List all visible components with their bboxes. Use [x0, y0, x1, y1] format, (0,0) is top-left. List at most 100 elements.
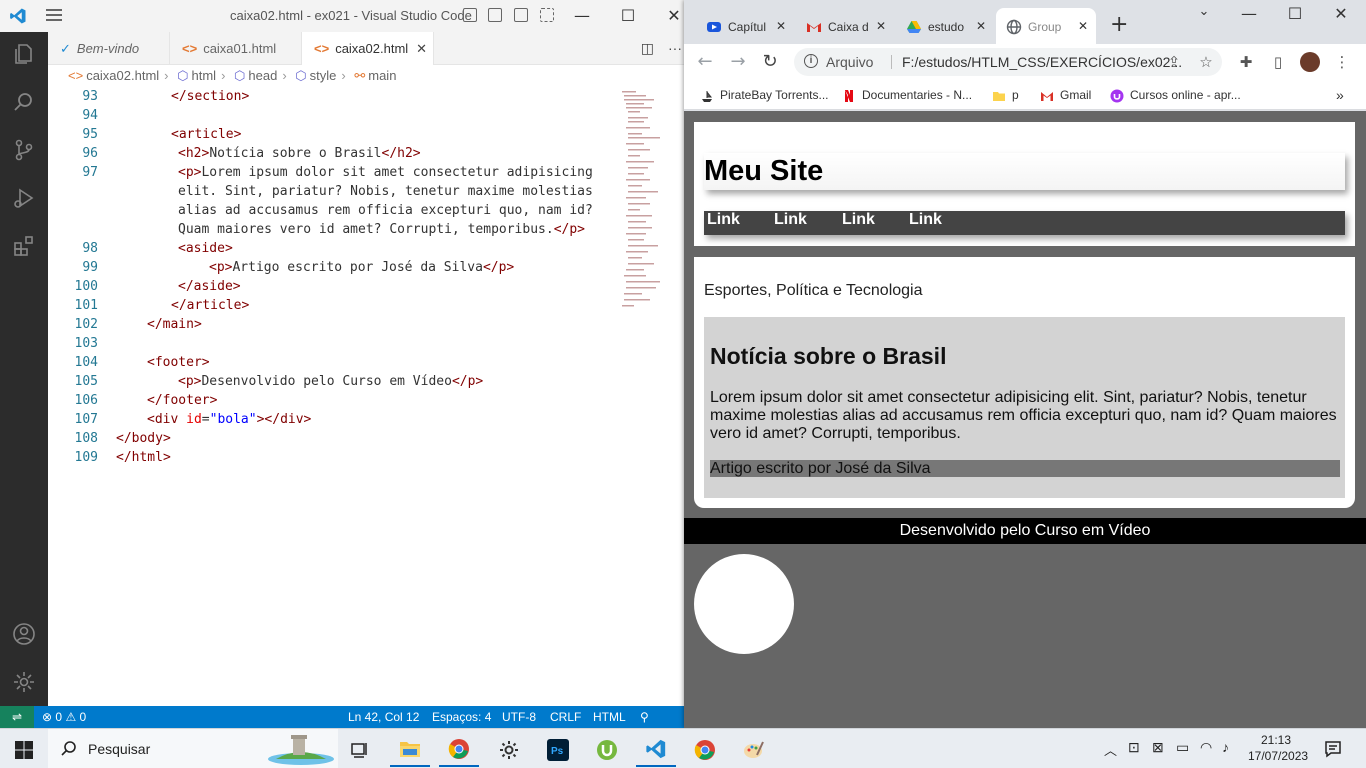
- wifi-icon[interactable]: ◠: [1200, 739, 1212, 756]
- close-tab-icon[interactable]: ✕: [776, 8, 786, 44]
- run-debug-icon[interactable]: [12, 186, 36, 210]
- tab-caixa01[interactable]: <> caixa01.html: [170, 32, 302, 65]
- address-bar[interactable]: i Arquivo F:/estudos/HTLM_CSS/EXERCÍCIOS…: [794, 48, 1222, 76]
- settings-gear-icon[interactable]: [489, 733, 529, 767]
- bookmark-folder[interactable]: p: [992, 86, 1019, 104]
- bookmark-item[interactable]: Cursos online - apr...: [1110, 86, 1241, 104]
- notifications-icon[interactable]: [1324, 740, 1342, 758]
- utorrent-icon[interactable]: [587, 733, 627, 767]
- photoshop-icon[interactable]: Ps: [538, 733, 578, 767]
- side-panel-icon[interactable]: ▯: [1268, 52, 1288, 72]
- problems-indicator[interactable]: ⊗ 0 ⚠ 0: [42, 706, 86, 728]
- tab-search-icon[interactable]: ⌄: [1189, 4, 1219, 19]
- tray-app-icon[interactable]: ⊡: [1128, 739, 1140, 756]
- maximize-icon[interactable]: ☐: [1280, 4, 1310, 23]
- language-mode[interactable]: HTML: [593, 706, 626, 728]
- tray-app-icon-2[interactable]: ⊠: [1152, 739, 1164, 756]
- share-icon[interactable]: ⇪: [1164, 52, 1184, 72]
- feedback-icon[interactable]: ⚲: [640, 706, 649, 728]
- chrome-taskbar-icon-2[interactable]: [685, 733, 725, 767]
- code-editor[interactable]: 93 94 95 96 97 98 99 100 101 102 103 104…: [48, 87, 690, 706]
- breadcrumb-item[interactable]: html: [192, 68, 217, 83]
- browser-tab[interactable]: estudo ✕: [896, 8, 994, 44]
- remote-icon[interactable]: ⇌: [0, 706, 34, 728]
- toggle-secondary-sidebar-icon[interactable]: [514, 8, 528, 22]
- nav-link[interactable]: Link: [707, 211, 740, 235]
- info-icon[interactable]: i: [804, 54, 818, 68]
- indentation[interactable]: Espaços: 4: [432, 706, 491, 728]
- code-line: <h2>Notícia sobre o Brasil</h2>: [178, 146, 421, 161]
- show-hidden-icons[interactable]: ︿: [1104, 740, 1117, 759]
- bookmark-item[interactable]: PirateBay Torrents...: [700, 86, 829, 104]
- nav-link[interactable]: Link: [774, 211, 807, 235]
- chrome-taskbar-icon[interactable]: [439, 733, 479, 767]
- bola-circle: [694, 554, 794, 654]
- minimize-icon[interactable]: —: [570, 4, 594, 28]
- windows-start-icon[interactable]: [15, 741, 33, 759]
- close-tab-icon[interactable]: ✕: [976, 8, 986, 44]
- forward-icon[interactable]: →: [726, 50, 750, 74]
- clock-date: 17/07/2023: [1248, 749, 1309, 763]
- breadcrumb-item[interactable]: style: [310, 68, 337, 83]
- nav-link[interactable]: Link: [842, 211, 875, 235]
- more-bookmarks-icon[interactable]: »: [1336, 86, 1344, 104]
- browser-tab[interactable]: Caixa d ✕: [796, 8, 894, 44]
- close-icon[interactable]: ✕: [1326, 4, 1356, 23]
- paint-palette-icon[interactable]: [734, 733, 774, 767]
- bookmark-item[interactable]: Documentaries - N...: [842, 86, 972, 104]
- close-tab-icon[interactable]: ✕: [876, 8, 886, 44]
- code-line: <div id="bola"></div>: [147, 412, 312, 427]
- close-tab-icon[interactable]: ✕: [416, 41, 427, 56]
- vscode-logo-icon: [10, 8, 26, 24]
- new-tab-icon[interactable]: +: [1110, 12, 1128, 37]
- activity-bar: [0, 32, 48, 706]
- line-number: 104: [74, 355, 98, 370]
- back-icon[interactable]: ←: [693, 50, 717, 74]
- more-menu-icon[interactable]: ⋮: [1332, 52, 1352, 72]
- tab-caixa02[interactable]: <> caixa02.html ✕: [302, 32, 434, 65]
- close-tab-icon[interactable]: ✕: [1078, 8, 1088, 44]
- breadcrumb-item[interactable]: head: [248, 68, 277, 83]
- bookmark-item[interactable]: Gmail: [1040, 86, 1091, 104]
- tab-bem-vindo[interactable]: ✓ Bem-vindo: [48, 32, 170, 65]
- taskbar-search[interactable]: Pesquisar: [48, 729, 338, 768]
- encoding[interactable]: UTF-8: [502, 706, 536, 728]
- more-actions-icon[interactable]: ···: [668, 40, 682, 56]
- customize-layout-icon[interactable]: [540, 8, 554, 22]
- browser-tab-active[interactable]: Group ✕: [996, 8, 1096, 44]
- account-icon[interactable]: [12, 622, 36, 646]
- profile-avatar[interactable]: [1300, 52, 1320, 72]
- settings-gear-icon[interactable]: [12, 670, 36, 694]
- explorer-icon[interactable]: [12, 42, 36, 66]
- nav-link[interactable]: Link: [909, 211, 942, 235]
- file-explorer-icon[interactable]: [390, 733, 430, 767]
- bookmark-star-icon[interactable]: ☆: [1196, 52, 1216, 72]
- code-line: </article>: [171, 298, 250, 313]
- search-icon[interactable]: [12, 90, 36, 114]
- editor-tabs: ✓ Bem-vindo <> caixa01.html <> caixa02.html…: [48, 32, 690, 65]
- close-icon[interactable]: ✕: [662, 4, 686, 28]
- extensions-icon[interactable]: [12, 234, 36, 258]
- maximize-icon[interactable]: ☐: [616, 4, 640, 28]
- window-title: caixa02.html - ex021 - Visual Studio Cod…: [230, 8, 472, 23]
- clock[interactable]: 21:13 17/07/2023: [1248, 732, 1309, 764]
- vscode-taskbar-icon[interactable]: [636, 733, 676, 767]
- minimize-icon[interactable]: —: [1234, 4, 1264, 23]
- castle-island-icon: [268, 735, 334, 765]
- minimap[interactable]: [620, 89, 670, 329]
- browser-tab[interactable]: Capítul ✕: [696, 8, 794, 44]
- volume-icon[interactable]: ♪: [1222, 739, 1229, 755]
- cursor-position[interactable]: Ln 42, Col 12: [348, 706, 419, 728]
- reload-icon[interactable]: ↻: [758, 50, 782, 74]
- end-of-line[interactable]: CRLF: [550, 706, 581, 728]
- toggle-panel-icon[interactable]: [488, 8, 502, 22]
- toggle-sidebar-icon[interactable]: [463, 8, 477, 22]
- breadcrumb-item[interactable]: caixa02.html: [86, 68, 159, 83]
- task-view-icon[interactable]: [340, 733, 380, 767]
- menu-icon[interactable]: [46, 9, 62, 23]
- extensions-puzzle-icon[interactable]: ✚: [1236, 52, 1256, 72]
- battery-icon[interactable]: ▭: [1176, 739, 1189, 756]
- split-editor-icon[interactable]: ◫: [641, 40, 654, 56]
- source-control-icon[interactable]: [12, 138, 36, 162]
- breadcrumb-item[interactable]: main: [368, 68, 396, 83]
